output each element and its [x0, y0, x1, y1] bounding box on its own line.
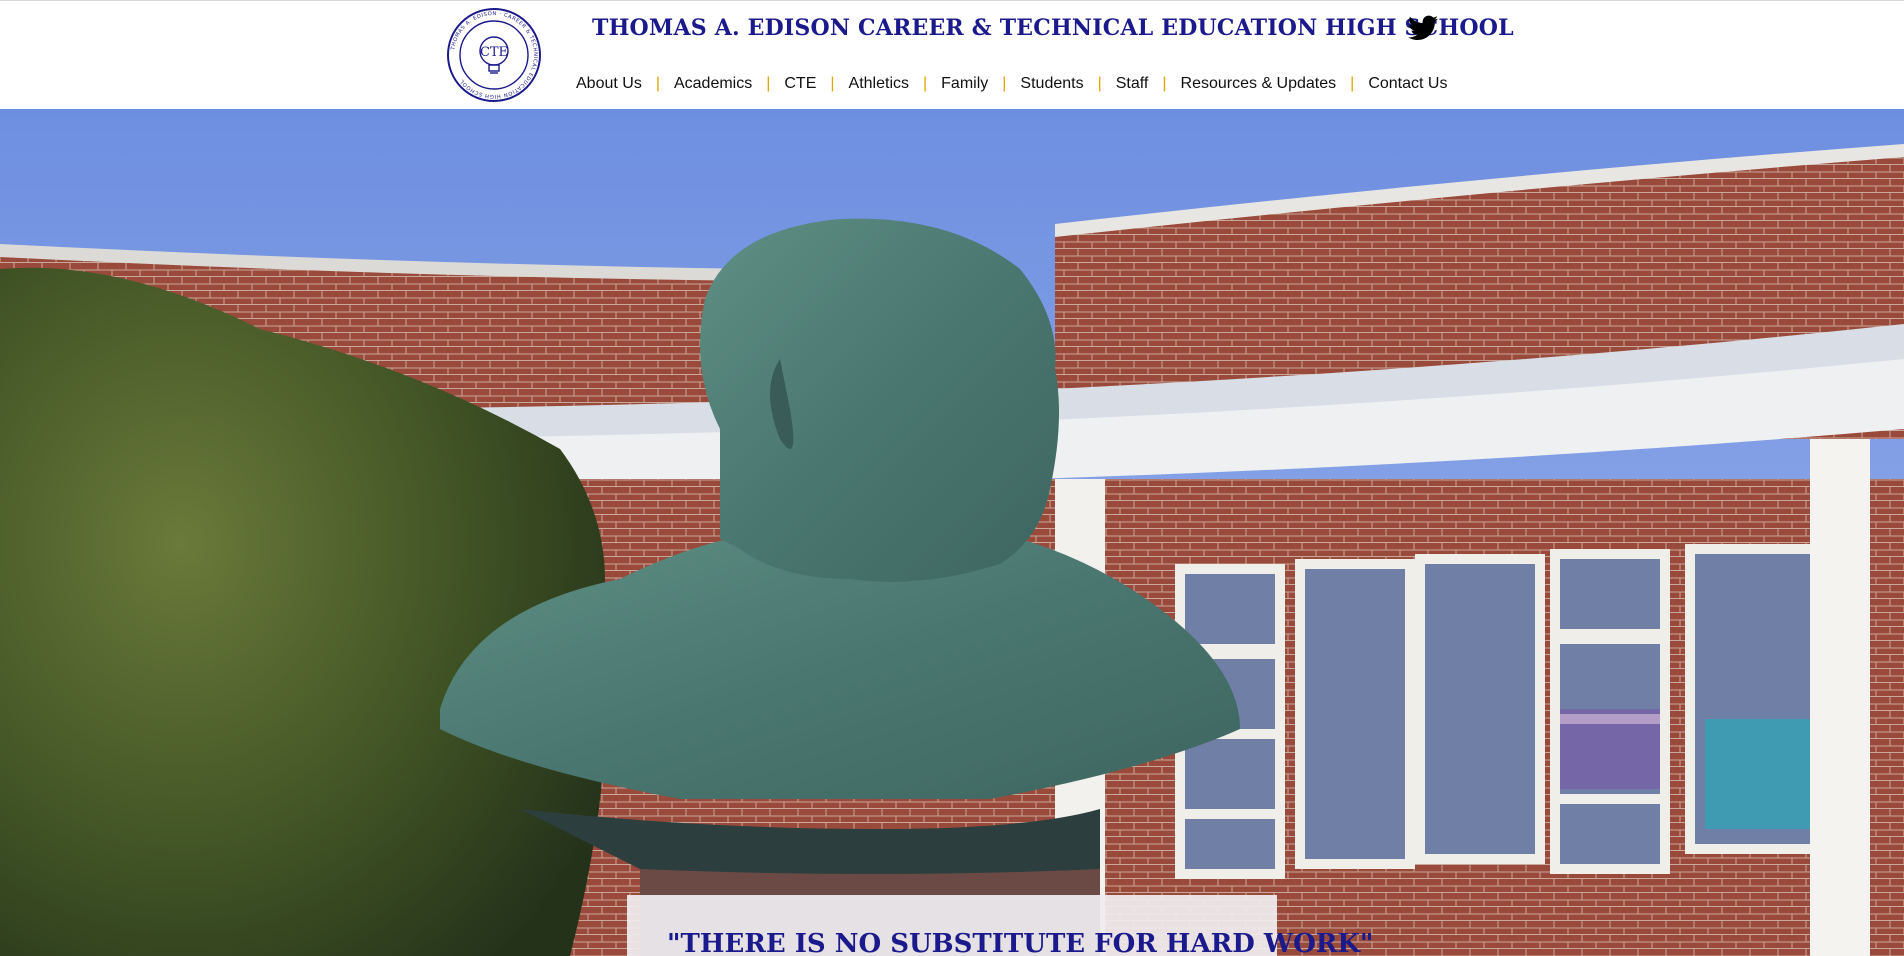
site-header: THOMAS A. EDISON · CAREER & TECHNICAL ED… — [0, 0, 1904, 109]
nav-separator: | — [655, 75, 660, 92]
nav-separator: | — [1162, 75, 1167, 92]
nav-family[interactable]: Family — [941, 75, 988, 93]
nav-resources-updates[interactable]: Resources & Updates — [1181, 75, 1337, 93]
site-title[interactable]: THOMAS A. EDISON CAREER & TECHNICAL EDUC… — [592, 15, 1514, 41]
nav-students[interactable]: Students — [1020, 75, 1083, 93]
nav-athletics[interactable]: Athletics — [849, 75, 909, 93]
main-nav: About Us | Academics | CTE | Athletics |… — [576, 75, 1447, 93]
twitter-icon — [1408, 15, 1438, 40]
school-seal-icon: THOMAS A. EDISON · CAREER & TECHNICAL ED… — [447, 8, 541, 102]
nav-separator: | — [766, 75, 771, 92]
nav-separator: | — [1002, 75, 1007, 92]
nav-contact-us[interactable]: Contact Us — [1368, 75, 1447, 93]
school-seal-logo[interactable]: THOMAS A. EDISON · CAREER & TECHNICAL ED… — [446, 7, 542, 103]
nav-separator: | — [923, 75, 928, 92]
twitter-link[interactable] — [1408, 15, 1438, 41]
nav-academics[interactable]: Academics — [674, 75, 752, 93]
nav-staff[interactable]: Staff — [1116, 75, 1149, 93]
quote-card: "THERE IS NO SUBSTITUTE FOR HARD WORK" — [627, 895, 1373, 956]
nav-separator: | — [830, 75, 835, 92]
nav-separator: | — [1097, 75, 1102, 92]
hero-banner: "THERE IS NO SUBSTITUTE FOR HARD WORK" — [0, 109, 1904, 956]
nav-cte[interactable]: CTE — [784, 75, 816, 93]
svg-text:CTE: CTE — [480, 45, 508, 60]
hero-image — [0, 109, 1904, 956]
nav-separator: | — [1350, 75, 1355, 92]
nav-about-us[interactable]: About Us — [576, 75, 642, 93]
hero-quote: "THERE IS NO SUBSTITUTE FOR HARD WORK" — [667, 929, 1374, 956]
